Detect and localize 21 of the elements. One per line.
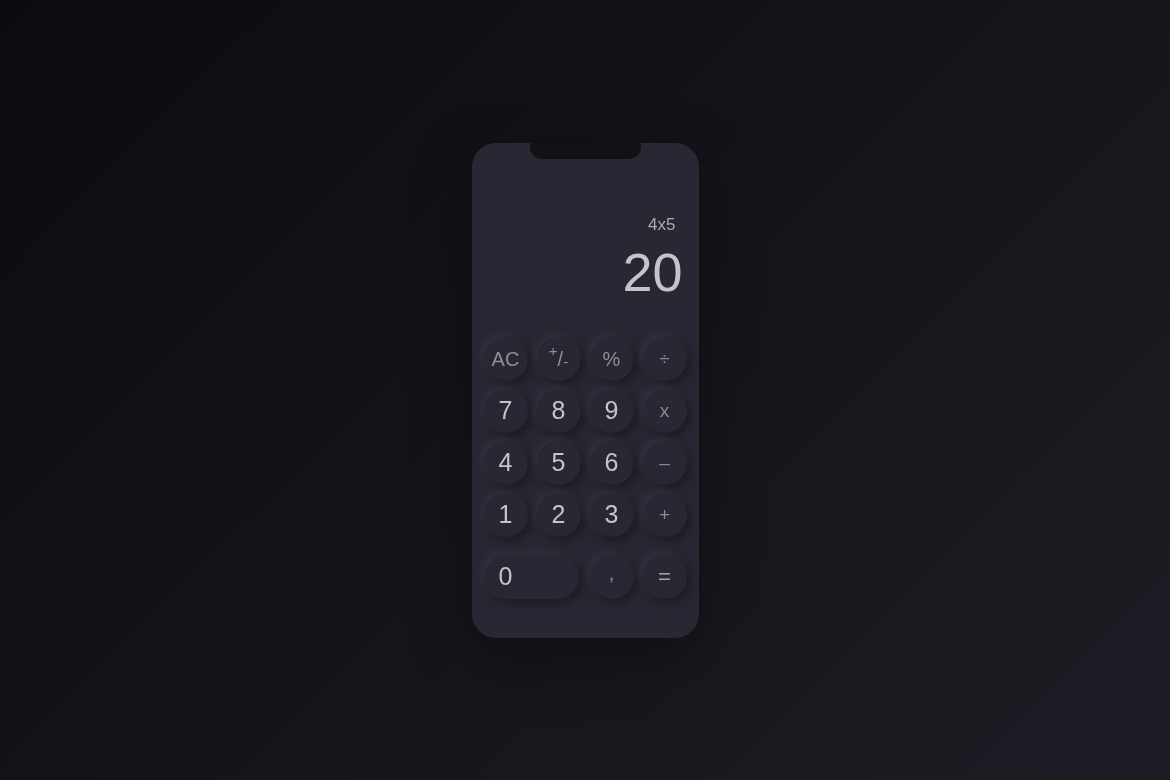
- key-button[interactable]: 2: [536, 492, 581, 537]
- key-button[interactable]: 0: [483, 554, 579, 599]
- key-button[interactable]: ÷: [642, 336, 687, 381]
- key-button[interactable]: 8: [536, 388, 581, 433]
- result-text: 20: [622, 244, 684, 299]
- key-button[interactable]: 1: [483, 492, 528, 537]
- key-button[interactable]: 9: [589, 388, 634, 433]
- key-button[interactable]: AC: [483, 336, 528, 381]
- key-button[interactable]: 3: [589, 492, 634, 537]
- key-button[interactable]: %: [589, 336, 634, 381]
- key-button[interactable]: 7: [483, 388, 528, 433]
- key-button[interactable]: x: [642, 388, 687, 433]
- key-button[interactable]: +: [642, 492, 687, 537]
- key-button[interactable]: 4: [483, 440, 528, 485]
- key-button[interactable]: $^{+}$/$_{-}$: [536, 336, 581, 381]
- expression-text: 4x5: [648, 214, 677, 235]
- key-button[interactable]: 6: [589, 440, 634, 485]
- key-button[interactable]: 5: [536, 440, 581, 485]
- key-button[interactable]: ,: [589, 554, 634, 599]
- key-button[interactable]: =: [642, 554, 687, 599]
- key-button[interactable]: –: [642, 440, 687, 485]
